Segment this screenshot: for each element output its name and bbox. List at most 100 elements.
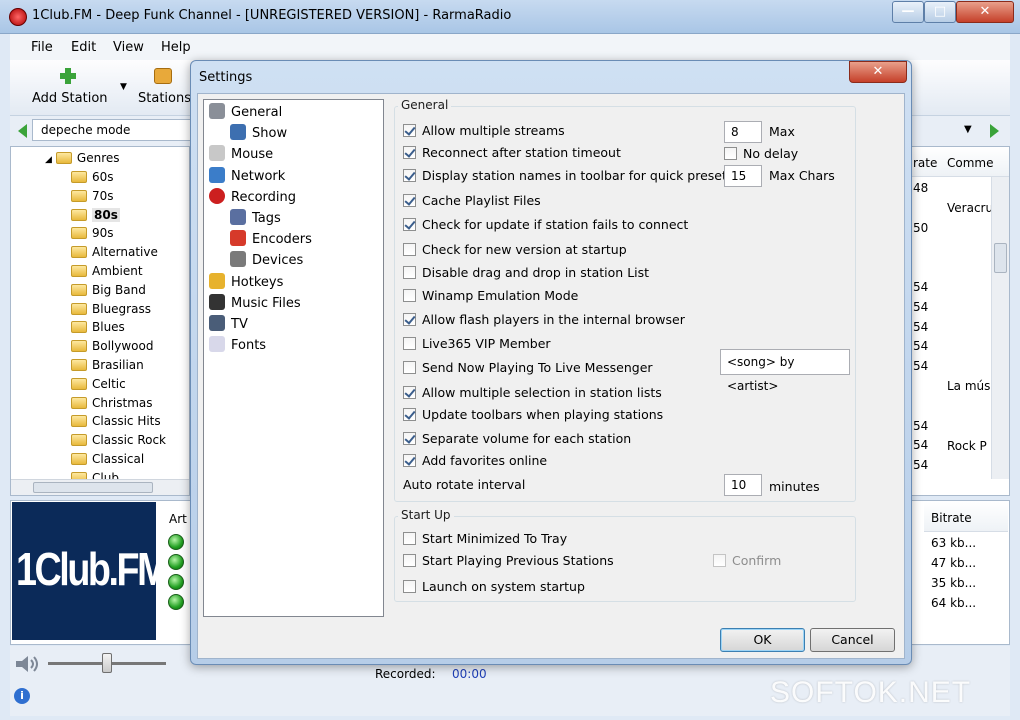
menu-help[interactable]: Help <box>161 40 191 55</box>
max-streams-input[interactable]: 8 <box>724 121 762 143</box>
nav-item-mouse[interactable]: Mouse <box>209 145 273 165</box>
startup-option-checkbox[interactable]: Launch on system startup <box>403 578 585 596</box>
genre-tree: ◢ Genres 60s 70s 80s 90s Alternative Ambient Bi… <box>10 146 190 496</box>
option-checkbox[interactable]: Allow multiple streams <box>403 122 565 140</box>
info-icon[interactable]: i <box>14 688 30 704</box>
genre-item[interactable]: Brasilian <box>71 356 144 374</box>
nav-item-tv[interactable]: TV <box>209 315 248 335</box>
option-checkbox[interactable]: Display station names in toolbar for qui… <box>403 167 727 185</box>
option-label: Winamp Emulation Mode <box>422 288 579 303</box>
option-checkbox[interactable]: Live365 VIP Member <box>403 335 551 353</box>
menu-file[interactable]: File <box>31 40 53 55</box>
column-bitrate-playlist[interactable]: Bitrate <box>931 511 972 525</box>
folder-icon <box>71 321 87 334</box>
auto-rotate-input[interactable]: 10 <box>724 474 762 496</box>
checked-checkbox-icon <box>403 124 416 137</box>
genre-item[interactable]: Classic Rock <box>71 431 166 449</box>
genre-scrollbar[interactable] <box>11 479 189 495</box>
genre-item[interactable]: Alternative <box>71 243 158 261</box>
search-input[interactable]: depeche mode <box>32 119 192 141</box>
column-bitrate[interactable]: rate <box>913 156 937 170</box>
option-checkbox[interactable]: Separate volume for each station <box>403 430 631 448</box>
checked-checkbox-icon <box>403 146 416 159</box>
list-scrollbar[interactable] <box>991 177 1009 479</box>
option-label: Disable drag and drop in station List <box>422 265 650 280</box>
genre-item[interactable]: Classical <box>71 450 144 468</box>
column-comment[interactable]: Comme <box>947 156 993 170</box>
option-checkbox[interactable]: Add favorites online <box>403 452 547 470</box>
font-icon <box>209 336 225 353</box>
volume-icon[interactable] <box>14 654 42 674</box>
menu-view[interactable]: View <box>113 40 144 55</box>
option-checkbox[interactable]: Cache Playlist Files <box>403 192 541 210</box>
genre-item[interactable]: Christmas <box>71 394 153 412</box>
close-button[interactable]: ✕ <box>956 1 1014 23</box>
genre-item[interactable]: 60s <box>71 168 114 186</box>
nav-item-hotkeys[interactable]: Hotkeys <box>209 272 284 293</box>
checked-checkbox-icon <box>403 408 416 421</box>
nav-item-recording[interactable]: Recording <box>209 187 296 208</box>
list-scroll-thumb[interactable] <box>994 243 1007 273</box>
genre-item[interactable]: Big Band <box>71 281 146 299</box>
stations-button[interactable]: Stations <box>138 64 198 112</box>
logo-text: 1Club.FM <box>16 543 156 595</box>
bitrate-cell: 54 <box>913 418 929 433</box>
option-checkbox[interactable]: Check for new version at startup <box>403 241 627 259</box>
option-checkbox[interactable]: Send Now Playing To Live Messenger <box>403 359 653 377</box>
option-checkbox[interactable]: Allow flash players in the internal brow… <box>403 311 685 329</box>
column-artist[interactable]: Art <box>169 512 187 526</box>
genre-root[interactable]: ◢ Genres <box>45 149 120 167</box>
nav-item-general[interactable]: General <box>209 103 282 123</box>
minutes-label: minutes <box>769 479 820 494</box>
nav-item-network[interactable]: Network <box>209 166 285 187</box>
max-chars-input[interactable]: 15 <box>724 165 762 187</box>
station-list-header: rate Comme <box>903 147 1009 177</box>
genre-item[interactable]: Classic Hits <box>71 412 161 430</box>
option-checkbox[interactable]: Check for update if station fails to con… <box>403 216 688 234</box>
genre-item[interactable]: Bluegrass <box>71 300 151 318</box>
volume-slider-thumb[interactable] <box>102 653 112 673</box>
confirm-checkbox[interactable]: Confirm <box>713 552 781 570</box>
station-list: rate Comme 48 50 54 54 54 54 54 54 54 54 Veracru … <box>902 146 1010 496</box>
menu-edit[interactable]: Edit <box>71 40 96 55</box>
forward-arrow-icon[interactable] <box>990 124 999 138</box>
nav-item-devices[interactable]: Devices <box>230 251 303 271</box>
nav-item-tags[interactable]: Tags <box>230 209 281 229</box>
option-checkbox[interactable]: Update toolbars when playing stations <box>403 406 663 424</box>
add-station-button[interactable]: Add Station <box>30 64 130 112</box>
genre-item[interactable]: 80s <box>71 206 120 224</box>
scroll-thumb[interactable] <box>33 482 153 493</box>
genre-item[interactable]: 90s <box>71 224 114 242</box>
startup-option-checkbox[interactable]: Start Playing Previous Stations <box>403 552 614 570</box>
add-station-dropdown-icon[interactable]: ▼ <box>120 82 127 92</box>
search-dropdown-icon[interactable]: ▼ <box>964 124 972 135</box>
option-checkbox[interactable]: Winamp Emulation Mode <box>403 287 578 305</box>
maximize-button[interactable]: □ <box>924 1 956 23</box>
nav-item-fonts[interactable]: Fonts <box>209 336 266 356</box>
option-label: Cache Playlist Files <box>422 193 541 208</box>
microphone-icon <box>230 251 246 268</box>
minimize-button[interactable]: — <box>892 1 924 23</box>
playlist-header: Bitrate <box>924 502 1008 532</box>
genre-item[interactable]: Ambient <box>71 262 143 280</box>
genre-item[interactable]: Blues <box>71 318 125 336</box>
playlist-bitrate-col: Bitrate 63 kb... 47 kb... 35 kb... 64 kb… <box>924 502 1008 640</box>
nav-item-music-files[interactable]: Music Files <box>209 293 301 314</box>
messenger-format-input[interactable]: <song> by <artist> <box>720 349 850 393</box>
option-checkbox[interactable]: Reconnect after station timeout <box>403 144 621 162</box>
nav-item-encoders[interactable]: Encoders <box>230 230 312 250</box>
nav-item-show[interactable]: Show <box>230 124 287 144</box>
no-delay-checkbox[interactable]: No delay <box>724 145 798 163</box>
option-label: Update toolbars when playing stations <box>422 407 664 422</box>
nav-item-label: Hotkeys <box>231 274 284 290</box>
startup-option-checkbox[interactable]: Start Minimized To Tray <box>403 530 567 548</box>
genre-item[interactable]: Bollywood <box>71 337 153 355</box>
dialog-close-button[interactable]: ✕ <box>849 61 907 83</box>
option-checkbox[interactable]: Allow multiple selection in station list… <box>403 384 662 402</box>
genre-item[interactable]: 70s <box>71 187 114 205</box>
ok-button[interactable]: OK <box>720 628 805 652</box>
back-arrow-icon[interactable] <box>18 124 27 138</box>
genre-item[interactable]: Celtic <box>71 375 126 393</box>
cancel-button[interactable]: Cancel <box>810 628 895 652</box>
option-checkbox[interactable]: Disable drag and drop in station List <box>403 264 649 282</box>
